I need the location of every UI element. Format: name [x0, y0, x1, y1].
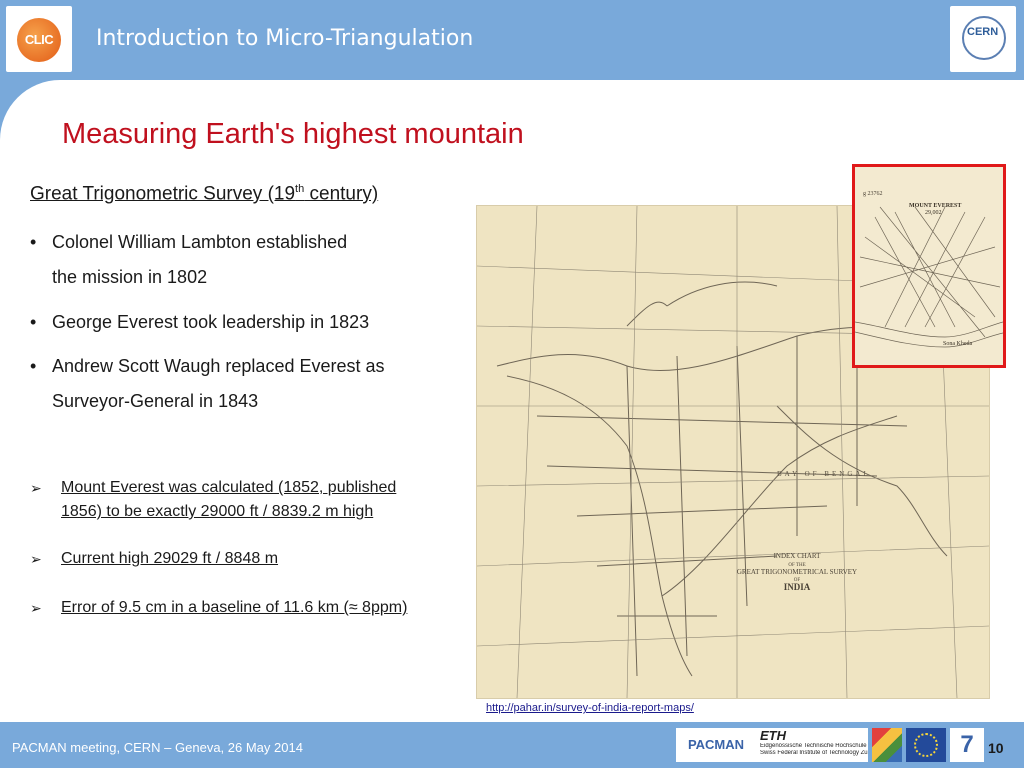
arrow-bullet-icon: ➢ [30, 551, 42, 567]
arrow-bullet-icon: ➢ [30, 600, 42, 616]
arrow-bullet-icon: ➢ [30, 480, 42, 496]
bullet-text: Surveyor-General in 1843 [52, 391, 259, 411]
bullet-text: Colonel William Lambton established [52, 232, 348, 252]
cern-logo-text: CERN [967, 26, 999, 38]
clic-logo-mark: CLIC [17, 18, 61, 62]
cern-logo: CERN [950, 6, 1016, 72]
bullet-text: the mission in 1802 [52, 267, 208, 287]
inset-corner-label: g 23762 [863, 191, 883, 197]
index-chart-line: GREAT TRIGONOMETRICAL SURVEY [737, 568, 857, 576]
bay-of-bengal-label: BAY OF BENGAL [777, 470, 871, 478]
arrow-item-text: Error of 9.5 cm in a baseline of 11.6 km… [61, 599, 408, 616]
pacman-logo: PACMAN [676, 728, 756, 762]
marie-curie-logo [872, 728, 902, 762]
section-heading-superscript: th [295, 183, 305, 195]
footer-text: PACMAN meeting, CERN – Geneva, 26 May 20… [12, 740, 303, 755]
page-number: 10 [988, 740, 1004, 756]
eth-logo-text: ETH [760, 728, 786, 743]
section-heading-text: Great Trigonometric Survey (19 [30, 183, 296, 205]
bullet-text: George Everest took leadership in 1823 [52, 312, 370, 332]
bullet-dot: • [30, 232, 37, 252]
bullet-dot: • [30, 312, 37, 332]
bullet-text: Andrew Scott Waugh replaced Everest as [52, 356, 385, 376]
index-chart-line: INDEX CHART [774, 552, 822, 560]
section-heading: Great Trigonometric Survey (19th century… [30, 183, 378, 205]
eth-logo-subtitle: Swiss Federal Institute of Technology Zu… [760, 750, 868, 756]
section-heading-suffix: century) [304, 183, 379, 205]
mount-everest-height: 29,002 [925, 210, 942, 216]
map-source-link[interactable]: http://pahar.in/survey-of-india-report-m… [486, 702, 694, 714]
mount-everest-label: MOUNT EVEREST [909, 203, 961, 209]
header-title: Introduction to Micro-Triangulation [96, 26, 474, 51]
inset-bottom-label: Sona Kheda [943, 341, 972, 347]
eth-logo: ETH Eidgenössische Technische Hochschule… [756, 728, 868, 762]
everest-inset-drawing: g 23762 MOUNT EVEREST 29,002 Sona Kheda [854, 191, 1004, 348]
eu-stars-icon [914, 733, 938, 757]
footer-band: PACMAN meeting, CERN – Geneva, 26 May 20… [0, 722, 1024, 768]
arrow-item-text: Current high 29029 ft / 8848 m [61, 550, 279, 567]
clic-logo: CLIC [6, 6, 72, 72]
eth-logo-subtitle: Eidgenössische Technische Hochschule Zür… [760, 743, 868, 749]
bullet-dot: • [30, 356, 37, 376]
eu-flag-logo [906, 728, 946, 762]
cern-logo-ring [962, 16, 1006, 60]
slide-title: Measuring Earth's highest mountain [62, 118, 524, 150]
arrow-item-text: Mount Everest was calculated (1852, publ… [61, 479, 397, 496]
everest-inset-image: g 23762 MOUNT EVEREST 29,002 Sona Kheda [852, 164, 1006, 368]
fp7-logo: 7 [950, 728, 984, 762]
index-chart-line: INDIA [784, 582, 811, 592]
arrow-item-text: 1856) to be exactly 29000 ft / 8839.2 m … [61, 503, 374, 520]
